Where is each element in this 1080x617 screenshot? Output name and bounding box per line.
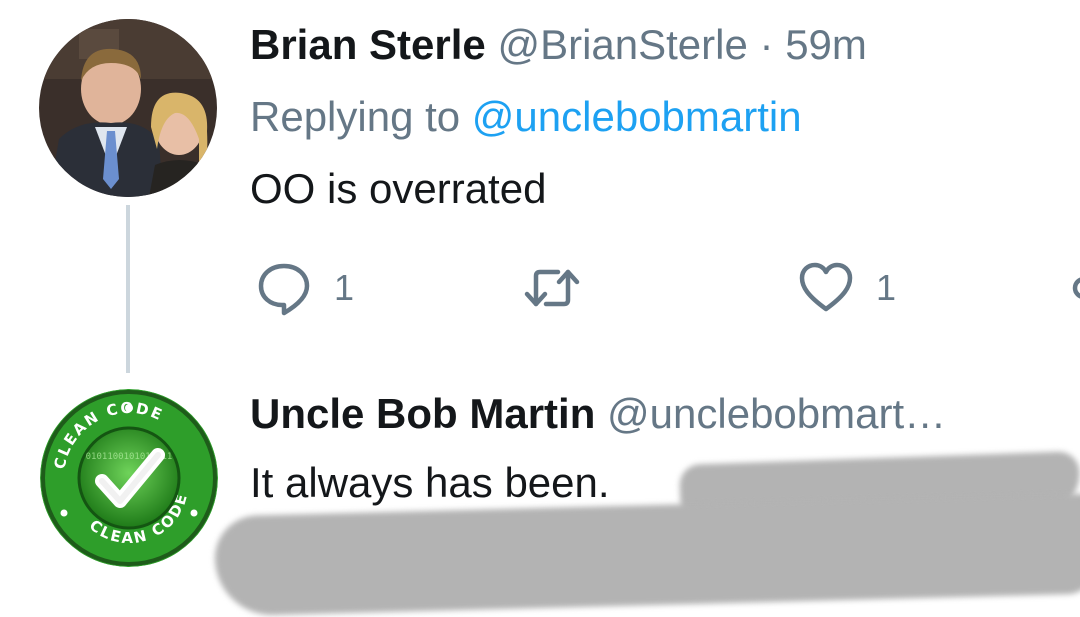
reply-icon bbox=[256, 260, 312, 316]
author-name[interactable]: Brian Sterle bbox=[250, 21, 486, 68]
redaction-smudge bbox=[213, 493, 1080, 617]
tweet-header: Brian Sterle @BrianSterle · 59m bbox=[250, 21, 867, 69]
timestamp[interactable]: 59m bbox=[785, 21, 867, 68]
replying-to-label: Replying to bbox=[250, 93, 461, 140]
like-button[interactable]: 1 bbox=[798, 258, 896, 318]
tweet-text: OO is overrated bbox=[250, 165, 547, 212]
author-handle[interactable]: @BrianSterle bbox=[497, 21, 747, 68]
tweet-header: Uncle Bob Martin @unclebobmart… bbox=[250, 390, 946, 438]
share-icon bbox=[1066, 260, 1080, 316]
like-icon bbox=[798, 260, 854, 316]
author-name[interactable]: Uncle Bob Martin bbox=[250, 390, 595, 437]
like-count: 1 bbox=[876, 267, 897, 308]
reply-count: 1 bbox=[334, 267, 355, 308]
tweet-text: It always has been. bbox=[250, 459, 610, 506]
avatar-brian-sterle[interactable] bbox=[39, 19, 217, 197]
meta-separator: · bbox=[759, 21, 774, 68]
avatar-uncle-bob-clean-code-badge[interactable]: CLEAN CODE CLEAN CODE 0101100101010011 bbox=[40, 389, 218, 567]
tweet-actions: 1 1 bbox=[250, 258, 1080, 318]
retweet-icon bbox=[522, 260, 582, 316]
thread-connector-line bbox=[126, 205, 130, 373]
replying-to-mention[interactable]: @unclebobmartin bbox=[472, 93, 802, 140]
replying-to-line: Replying to @unclebobmartin bbox=[250, 93, 802, 141]
share-button[interactable] bbox=[1066, 258, 1080, 318]
author-handle[interactable]: @unclebobmart… bbox=[607, 390, 946, 437]
reply-button[interactable]: 1 bbox=[256, 258, 354, 318]
retweet-button[interactable] bbox=[522, 258, 582, 318]
